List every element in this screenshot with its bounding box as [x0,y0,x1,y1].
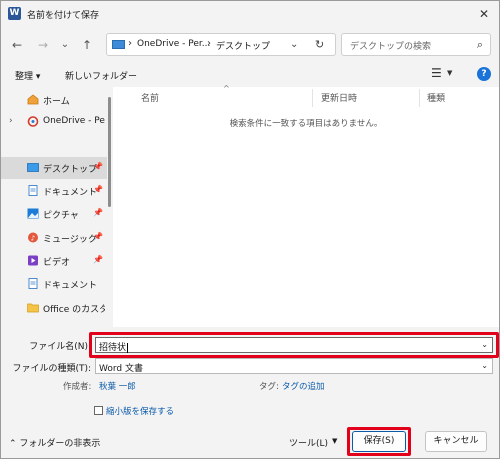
recent-locations-icon[interactable]: ⌄ [57,37,73,53]
chevron-down-icon[interactable]: ⌄ [290,39,298,50]
video-icon [27,255,39,266]
search-input[interactable]: デスクトップの検索 ⌕ [341,33,491,56]
word-app-icon: W [8,7,21,20]
back-arrow-icon[interactable]: ← [9,37,25,53]
onedrive-icon [27,116,39,127]
sidebar-item-label: ドキュメント [43,281,98,291]
sidebar-item-home[interactable]: ホーム [1,89,107,111]
sidebar-item-desktop[interactable]: デスクトップ 📌 [1,157,107,179]
command-bar: 整理 ▾ 新しいフォルダー ☰ ▼ ? [1,63,499,87]
folder-icon [27,302,39,313]
address-bar[interactable]: › OneDrive - Per... › デスクトップ ⌄ ↻ [106,33,336,56]
view-dropdown-icon[interactable]: ▼ [447,69,452,77]
filetype-label: ファイルの種類(T): [12,364,91,374]
sort-ascending-icon: ^ [223,84,230,93]
title-bar: W 名前を付けて保存 ✕ [1,1,499,27]
column-header-modified[interactable]: 更新日時 [321,91,357,104]
save-as-dialog: W 名前を付けて保存 ✕ ← → ⌄ ↑ › OneDrive - Per...… [0,0,500,459]
up-arrow-icon[interactable]: ↑ [79,37,95,53]
documents-icon [27,278,39,289]
empty-folder-message: 検索条件に一致する項目はありません。 [229,119,383,129]
file-list: 名前 ^ 更新日時 種類 検索条件に一致する項目はありません。 [113,84,499,327]
new-folder-button[interactable]: 新しいフォルダー [65,69,137,82]
breadcrumb-onedrive[interactable]: OneDrive - Per... [137,39,210,49]
view-options-icon[interactable]: ☰ [431,66,442,80]
dialog-footer: ⌃ フォルダーの非表示 ツール(L) ▼ 保存(S) キャンセル [1,427,499,458]
breadcrumb-separator: › [207,38,211,49]
sidebar-item-pictures[interactable]: ピクチャ 📌 [1,203,107,225]
window-title: 名前を付けて保存 [27,11,100,21]
sidebar-item-label: OneDrive - Perso [43,116,105,126]
navigation-bar: ← → ⌄ ↑ › OneDrive - Per... › デスクトップ ⌄ ↻… [1,27,499,63]
navigation-pane: ホーム › OneDrive - Perso デスクトップ 📌 ドキュメント 📌… [1,87,112,327]
organize-menu[interactable]: 整理 ▾ [15,69,40,82]
filetype-value: Word 文書 [99,364,143,374]
pin-icon: 📌 [93,232,103,241]
tags-label: タグ: [259,382,279,392]
tags-input[interactable]: タグの追加 [282,380,325,392]
filename-label: ファイル名(N): [29,342,91,352]
author-value[interactable]: 秋葉 一郎 [99,380,136,392]
music-icon: ♪ [27,232,39,243]
tools-menu[interactable]: ツール(L) [289,436,328,449]
pictures-icon [27,208,39,219]
close-icon[interactable]: ✕ [475,5,493,23]
sidebar-item-documents-2[interactable]: ドキュメント [1,273,107,295]
highlight-frame-save [347,427,411,456]
sidebar-item-label: ホーム [43,97,70,107]
column-header-type[interactable]: 種類 [427,91,445,104]
sidebar-item-music[interactable]: ♪ ミュージック 📌 [1,227,107,249]
svg-text:♪: ♪ [31,235,35,243]
cancel-button[interactable]: キャンセル [425,431,487,452]
pin-icon: 📌 [93,162,103,171]
sidebar-item-office-templates[interactable]: Office のカスタム [1,297,107,319]
search-placeholder: デスクトップの検索 [350,42,432,52]
desktop-location-icon [112,40,125,49]
hide-folders-button[interactable]: ⌃ フォルダーの非表示 [9,436,100,449]
pin-icon: 📌 [93,255,103,264]
save-thumbnail-checkbox[interactable] [94,406,103,415]
pin-icon: 📌 [93,208,103,217]
chevron-down-icon[interactable]: ⌄ [481,361,488,370]
search-icon: ⌕ [476,38,483,51]
column-divider[interactable] [312,89,313,107]
breadcrumb-desktop[interactable]: デスクトップ [216,39,270,52]
column-divider[interactable] [419,89,420,107]
filetype-select[interactable]: Word 文書 ⌄ [95,358,493,374]
column-header-name[interactable]: 名前 [141,91,159,104]
tools-dropdown-icon[interactable]: ▼ [332,437,337,445]
sidebar-item-onedrive[interactable]: › OneDrive - Perso [1,111,107,133]
save-thumbnail-label[interactable]: 縮小版を保存する [106,405,174,417]
expand-chevron-icon[interactable]: › [9,116,13,126]
documents-icon [27,185,39,196]
desktop-icon [27,162,39,173]
save-options-form: ファイル名(N): 招待状 ⌄ ファイルの種類(T): Word 文書 ⌄ 作成… [1,327,499,427]
sidebar-item-label: Office のカスタム [43,305,105,315]
breadcrumb-separator: › [128,38,132,49]
sidebar-item-documents[interactable]: ドキュメント 📌 [1,180,107,202]
pin-icon: 📌 [93,185,103,194]
refresh-icon[interactable]: ↻ [315,38,324,51]
forward-arrow-icon[interactable]: → [35,37,51,53]
home-icon [27,94,39,105]
sidebar-item-video[interactable]: ビデオ 📌 [1,250,107,272]
help-icon[interactable]: ? [477,67,491,81]
author-label: 作成者: [63,382,92,392]
sidebar-scrollbar[interactable] [108,97,111,207]
highlight-frame-filename [89,332,499,358]
